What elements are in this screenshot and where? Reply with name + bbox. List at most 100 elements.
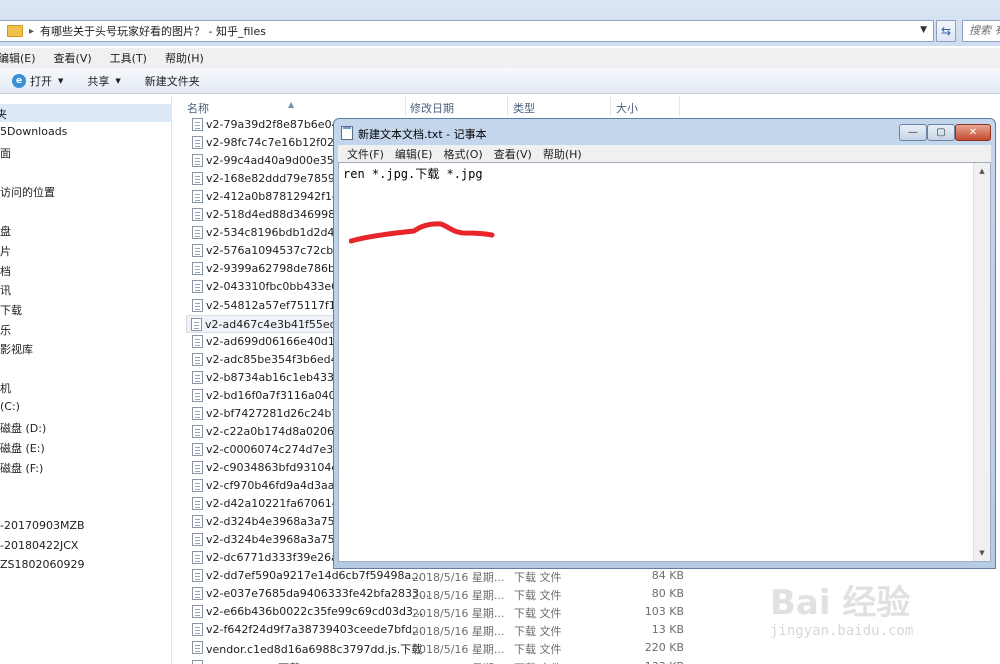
file-icon: [192, 424, 203, 438]
new-folder-button[interactable]: 新建文件夹: [145, 73, 200, 89]
file-size: 220 KB: [644, 641, 684, 655]
file-row[interactable]: vendor.c1ed8d16a6988c3797dd.js.下载 2018/5/…: [188, 639, 688, 657]
file-icon: [192, 659, 203, 664]
nav-item[interactable]: 面: [0, 145, 11, 161]
file-name: v2-c9034863bfd93104d32: [206, 460, 353, 474]
column-divider[interactable]: [679, 96, 680, 116]
nav-item[interactable]: 盘: [0, 223, 11, 239]
file-name: v2-79a39d2f8e87b6e0444: [206, 118, 353, 131]
column-type[interactable]: 类型: [513, 100, 535, 116]
np-menu-help[interactable]: 帮助(H): [543, 146, 582, 162]
file-type: 下载 文件: [514, 607, 562, 621]
column-size[interactable]: 大小: [616, 100, 638, 116]
notepad-title: 新建文本文档.txt - 记事本: [358, 128, 487, 141]
file-icon: [191, 317, 202, 331]
nav-item-drive-c[interactable]: (C:): [0, 400, 20, 413]
file-icon: [192, 479, 203, 492]
file-icon: [192, 118, 203, 131]
search-input[interactable]: 搜索 有: [962, 20, 1000, 42]
minimize-button[interactable]: —: [899, 124, 927, 141]
file-name: zfeedback.js.下载: [206, 660, 300, 664]
file-name: vendor.c1ed8d16a6988c3797dd.js.下载: [206, 643, 423, 657]
file-icon: [192, 208, 203, 222]
nav-item-computer[interactable]: 机: [0, 380, 11, 396]
file-name: v2-ad699d06166e40d1e0: [206, 334, 349, 348]
file-row[interactable]: v2-e037e7685da9406333fe42bfa2833... 2018/…: [188, 585, 688, 603]
nav-item-drive-e[interactable]: 磁盘 (E:): [0, 440, 45, 456]
file-size: 133 KB: [624, 660, 684, 664]
file-icon: [192, 569, 203, 583]
notepad-text-area[interactable]: ren *.jpg.下载 *.jpg ▲ ▼: [338, 162, 991, 562]
nav-item[interactable]: 讯: [0, 282, 11, 298]
notepad-content: ren *.jpg.下载 *.jpg: [343, 167, 483, 181]
file-icon: [192, 515, 203, 529]
baidu-jingyan-watermark: Bai 经验 jingyan.baidu.com: [760, 545, 1000, 664]
file-row[interactable]: v2-ad467c4e3b41f55ede1: [186, 314, 350, 333]
file-row[interactable]: zfeedback.js.下载 2018/5/16 星期... 下载 文件 133 K…: [188, 658, 688, 664]
watermark-brand: Bai 经验: [770, 583, 911, 623]
address-field[interactable]: ▸ 有哪些关于头号玩家好看的图片？ - 知乎_files ▼: [0, 20, 934, 42]
column-divider[interactable]: [610, 96, 611, 116]
scroll-up-icon[interactable]: ▲: [974, 163, 990, 179]
nav-item-video-library[interactable]: 影视库: [0, 341, 33, 357]
dropdown-arrow-icon: ▼: [115, 76, 121, 85]
chevron-down-icon[interactable]: ▼: [920, 25, 927, 35]
nav-item[interactable]: 片: [0, 243, 11, 259]
maximize-button[interactable]: ▢: [927, 124, 955, 141]
file-name: v2-d324b4e3968a3a753d: [206, 515, 349, 529]
new-folder-label: 新建文件夹: [144, 74, 200, 88]
file-name: v2-168e82ddd79e7859a9: [206, 172, 349, 186]
file-date: 2018/5/16 星期...: [412, 643, 505, 657]
nav-item-recent[interactable]: 访问的位置: [0, 184, 55, 200]
share-button[interactable]: 共享 ▼: [87, 73, 120, 89]
file-icon: [192, 388, 203, 402]
file-type: 下载 文件: [514, 625, 562, 639]
red-underline-annotation: [349, 221, 495, 244]
nav-item-download[interactable]: 下载: [0, 302, 22, 318]
file-name: v2-dd7ef590a9217e14d6cb7f59498a...: [206, 569, 422, 583]
file-size: 103 KB: [644, 605, 684, 619]
address-bar-area: ▸ 有哪些关于头号玩家好看的图片？ - 知乎_files ▼ ⇆ 搜索 有: [0, 0, 1000, 46]
sort-ascending-icon: ▲: [288, 100, 295, 109]
file-name: v2-e66b436b0022c35fe99c69cd03d3...: [206, 605, 424, 619]
file-size: 84 KB: [651, 569, 684, 583]
nav-item[interactable]: 档: [0, 263, 11, 279]
file-name: v2-412a0b87812942f1c75: [206, 190, 353, 204]
file-icon: [192, 641, 203, 655]
file-row[interactable]: v2-dd7ef590a9217e14d6cb7f59498a... 2018/5…: [188, 567, 688, 585]
file-icon: [192, 551, 203, 565]
nav-item-network-2[interactable]: -20180422JCX: [0, 539, 78, 552]
file-date: 2018/5/16 星期...: [412, 625, 505, 639]
nav-item[interactable]: 乐: [0, 322, 11, 338]
nav-item-downloads[interactable]: 5Downloads: [0, 125, 67, 138]
nav-item-network-1[interactable]: -20170903MZB: [0, 519, 85, 532]
file-size: 80 KB: [651, 587, 684, 601]
file-icon: [192, 190, 203, 204]
column-name[interactable]: 名称: [187, 100, 209, 116]
menu-help[interactable]: 帮助(H): [165, 50, 204, 66]
menu-view[interactable]: 查看(V): [54, 50, 92, 66]
menu-tools[interactable]: 工具(T): [110, 50, 147, 66]
column-divider[interactable]: [405, 96, 406, 116]
column-date[interactable]: 修改日期: [410, 100, 454, 116]
open-button[interactable]: e 打开 ▼: [12, 73, 63, 89]
nav-item-favorites[interactable]: 夹: [0, 104, 172, 122]
column-divider[interactable]: [507, 96, 508, 116]
np-menu-file[interactable]: 文件(F): [347, 146, 384, 162]
file-name: v2-dc6771d333f39e26a7b: [206, 551, 352, 565]
close-button[interactable]: ✕: [955, 124, 991, 141]
nav-item-drive-d[interactable]: 磁盘 (D:): [0, 420, 46, 436]
refresh-button[interactable]: ⇆: [936, 20, 956, 42]
menu-edit[interactable]: 编辑(E): [0, 50, 36, 66]
vertical-scrollbar[interactable]: ▲ ▼: [973, 163, 990, 561]
np-menu-format[interactable]: 格式(O): [443, 146, 482, 162]
file-row[interactable]: v2-f642f24d9f7a38739403ceede7bfd... 2018/…: [188, 621, 688, 639]
np-menu-edit[interactable]: 编辑(E): [395, 146, 433, 162]
nav-item-network-3[interactable]: ZS1802060929: [0, 558, 85, 571]
file-row[interactable]: v2-e66b436b0022c35fe99c69cd03d3... 2018/5…: [188, 603, 688, 621]
nav-item-drive-f[interactable]: 磁盘 (F:): [0, 460, 43, 476]
file-icon: [192, 136, 203, 150]
file-name: v2-b8734ab16c1eb43349: [206, 370, 348, 384]
np-menu-view[interactable]: 查看(V): [494, 146, 532, 162]
file-date: 2018/5/16 星期...: [412, 660, 504, 664]
